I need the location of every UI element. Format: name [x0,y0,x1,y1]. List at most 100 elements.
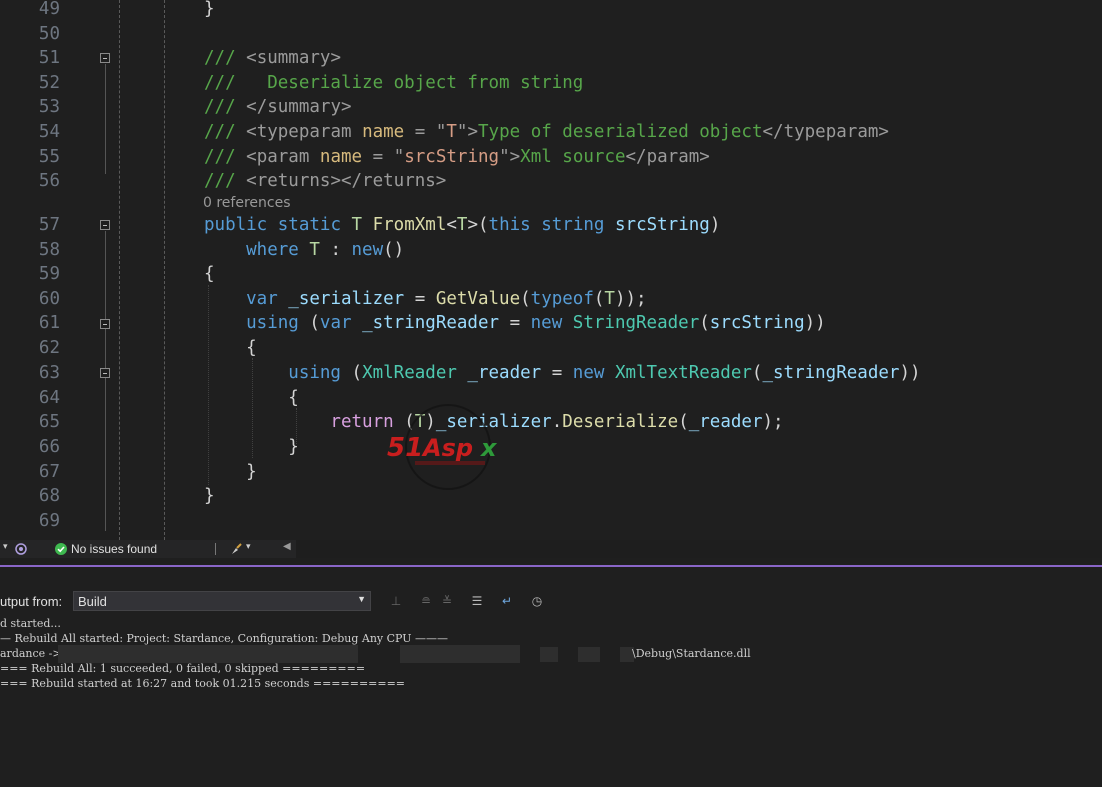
line-number: 54 [38,122,60,142]
line-number: 66 [38,437,60,457]
issues-status[interactable]: No issues found [71,542,157,556]
line-number: 49 [38,0,60,19]
code-token: { [204,338,257,358]
panel-splitter[interactable] [0,565,1102,567]
code-token: } [204,462,257,482]
code-line[interactable]: 53 /// </summary> [0,95,1102,119]
code-line[interactable]: 62 { [0,336,1102,360]
code-line[interactable]: 61 using (var _stringReader = new String… [0,311,1102,335]
code-line[interactable]: 52 /// Deserialize object from string [0,71,1102,95]
code-token: T [309,240,320,260]
code-token: </typeparam> [762,122,889,142]
code-text: } [204,484,215,508]
next-message-icon[interactable]: ≚ [439,593,455,609]
code-line[interactable]: 60 var _serializer = GetValue(typeof(T))… [0,287,1102,311]
code-line[interactable]: 54/// <typeparam name = "T">Type of dese… [0,120,1102,144]
code-token: T [456,215,468,235]
output-from-label: utput from: [0,594,63,609]
previous-message-icon[interactable]: ≘ [418,593,434,609]
output-line: \Debug\Stardance.dll [632,647,751,660]
chevron-down-icon[interactable]: ▾ [246,541,251,552]
separator [215,543,216,555]
collapse-using-button[interactable] [100,319,110,329]
code-line[interactable]: 50 [0,22,1102,46]
code-line[interactable]: 58 where T : new() [0,238,1102,262]
line-number: 68 [38,486,60,506]
code-line[interactable]: 67 } [0,460,1102,484]
code-token: = [404,289,436,309]
line-number: 63 [38,363,60,383]
code-line[interactable]: 56 /// <returns></returns> [0,169,1102,193]
svg-text:x: x [480,434,498,462]
code-token: >( [467,215,489,235]
collapse-summary-button[interactable] [100,53,110,63]
code-token: name [362,122,405,142]
output-line: === Rebuild All: 1 succeeded, 0 failed, … [0,662,366,675]
code-token: ( [751,363,763,383]
code-token: > [509,147,521,167]
dropdown-arrow-icon[interactable]: ▾ [3,541,8,552]
code-editor[interactable]: 49} 50 51 /// <summary> 52 /// Deserialize ob… [0,0,1102,540]
clear-all-icon[interactable]: ☰ [469,593,485,609]
code-line[interactable]: 68} [0,484,1102,508]
code-line[interactable]: 55/// <param name = "srcString">Xml sour… [0,145,1102,169]
output-toolbar: utput from: Build ▼ ⊥ ≘ ≚ ☰ ↵ ◷ [0,591,1102,613]
redacted-path [578,647,600,662]
code-token: } [204,0,215,19]
code-token: /// [204,122,247,142]
redacted-path [540,647,558,662]
line-number: 50 [38,24,60,44]
code-token: /// [204,48,247,68]
code-line[interactable]: 63 using (XmlReader _reader = new XmlTex… [0,361,1102,385]
codelens-references[interactable]: 0 references [203,195,291,211]
collapse-method-button[interactable] [100,220,110,230]
code-token: new [530,313,573,333]
code-token: var [204,289,289,309]
collapse-using-button[interactable] [100,368,110,378]
code-token: < [446,215,457,235]
code-token: /// [204,171,247,191]
code-line[interactable]: 57 public static T FromXml<T>(this string… [0,213,1102,237]
code-token: " [435,122,447,142]
line-number: 65 [38,412,60,432]
code-line[interactable]: 64 { [0,386,1102,410]
code-line[interactable]: 51 /// <summary> [0,46,1102,70]
code-line[interactable]: 59 { [0,262,1102,286]
code-text: using (XmlReader _reader = new XmlTextRe… [204,361,920,385]
code-token: new [351,240,384,260]
brush-icon[interactable] [229,542,243,556]
word-wrap-icon[interactable]: ↵ [499,593,515,609]
code-token: ( [309,313,320,333]
copilot-icon[interactable] [14,542,28,556]
svg-text:51: 51 [387,433,423,463]
svg-text:Asp: Asp [421,434,473,462]
output-source-value: Build [78,594,107,609]
code-line[interactable]: 65 return (T)_serializer.Deserialize(_re… [0,410,1102,434]
code-text: public static T FromXml<T>(this string s… [204,213,720,237]
horizontal-scrollbar[interactable] [296,540,1102,558]
line-number: 62 [38,338,60,358]
code-token: ( [520,289,531,309]
code-token: XmlReader [362,363,468,383]
code-token: var [319,313,363,333]
scroll-left-icon[interactable]: ◀ [283,541,291,552]
code-line[interactable]: 69 [0,509,1102,533]
code-token: = [541,363,573,383]
code-token: FromXml [372,215,447,235]
code-token: GetValue [435,289,521,309]
line-number: 55 [38,147,60,167]
code-token: > [467,122,479,142]
code-line[interactable]: 66 } [0,435,1102,459]
code-text: /// <summary> [204,46,341,70]
code-text: { [204,386,299,410]
output-source-dropdown[interactable]: Build ▼ [73,591,371,611]
code-token: ( [699,313,710,333]
code-token: string [541,215,615,235]
output-pane[interactable]: d started... — Rebuild All started: Proj… [0,616,1102,787]
code-token: )); [614,289,647,309]
find-message-icon[interactable]: ⊥ [388,593,404,609]
code-token: Deserialize [562,412,679,432]
clock-icon[interactable]: ◷ [529,593,545,609]
code-line[interactable]: 49} [0,0,1102,21]
line-number: 56 [38,171,60,191]
